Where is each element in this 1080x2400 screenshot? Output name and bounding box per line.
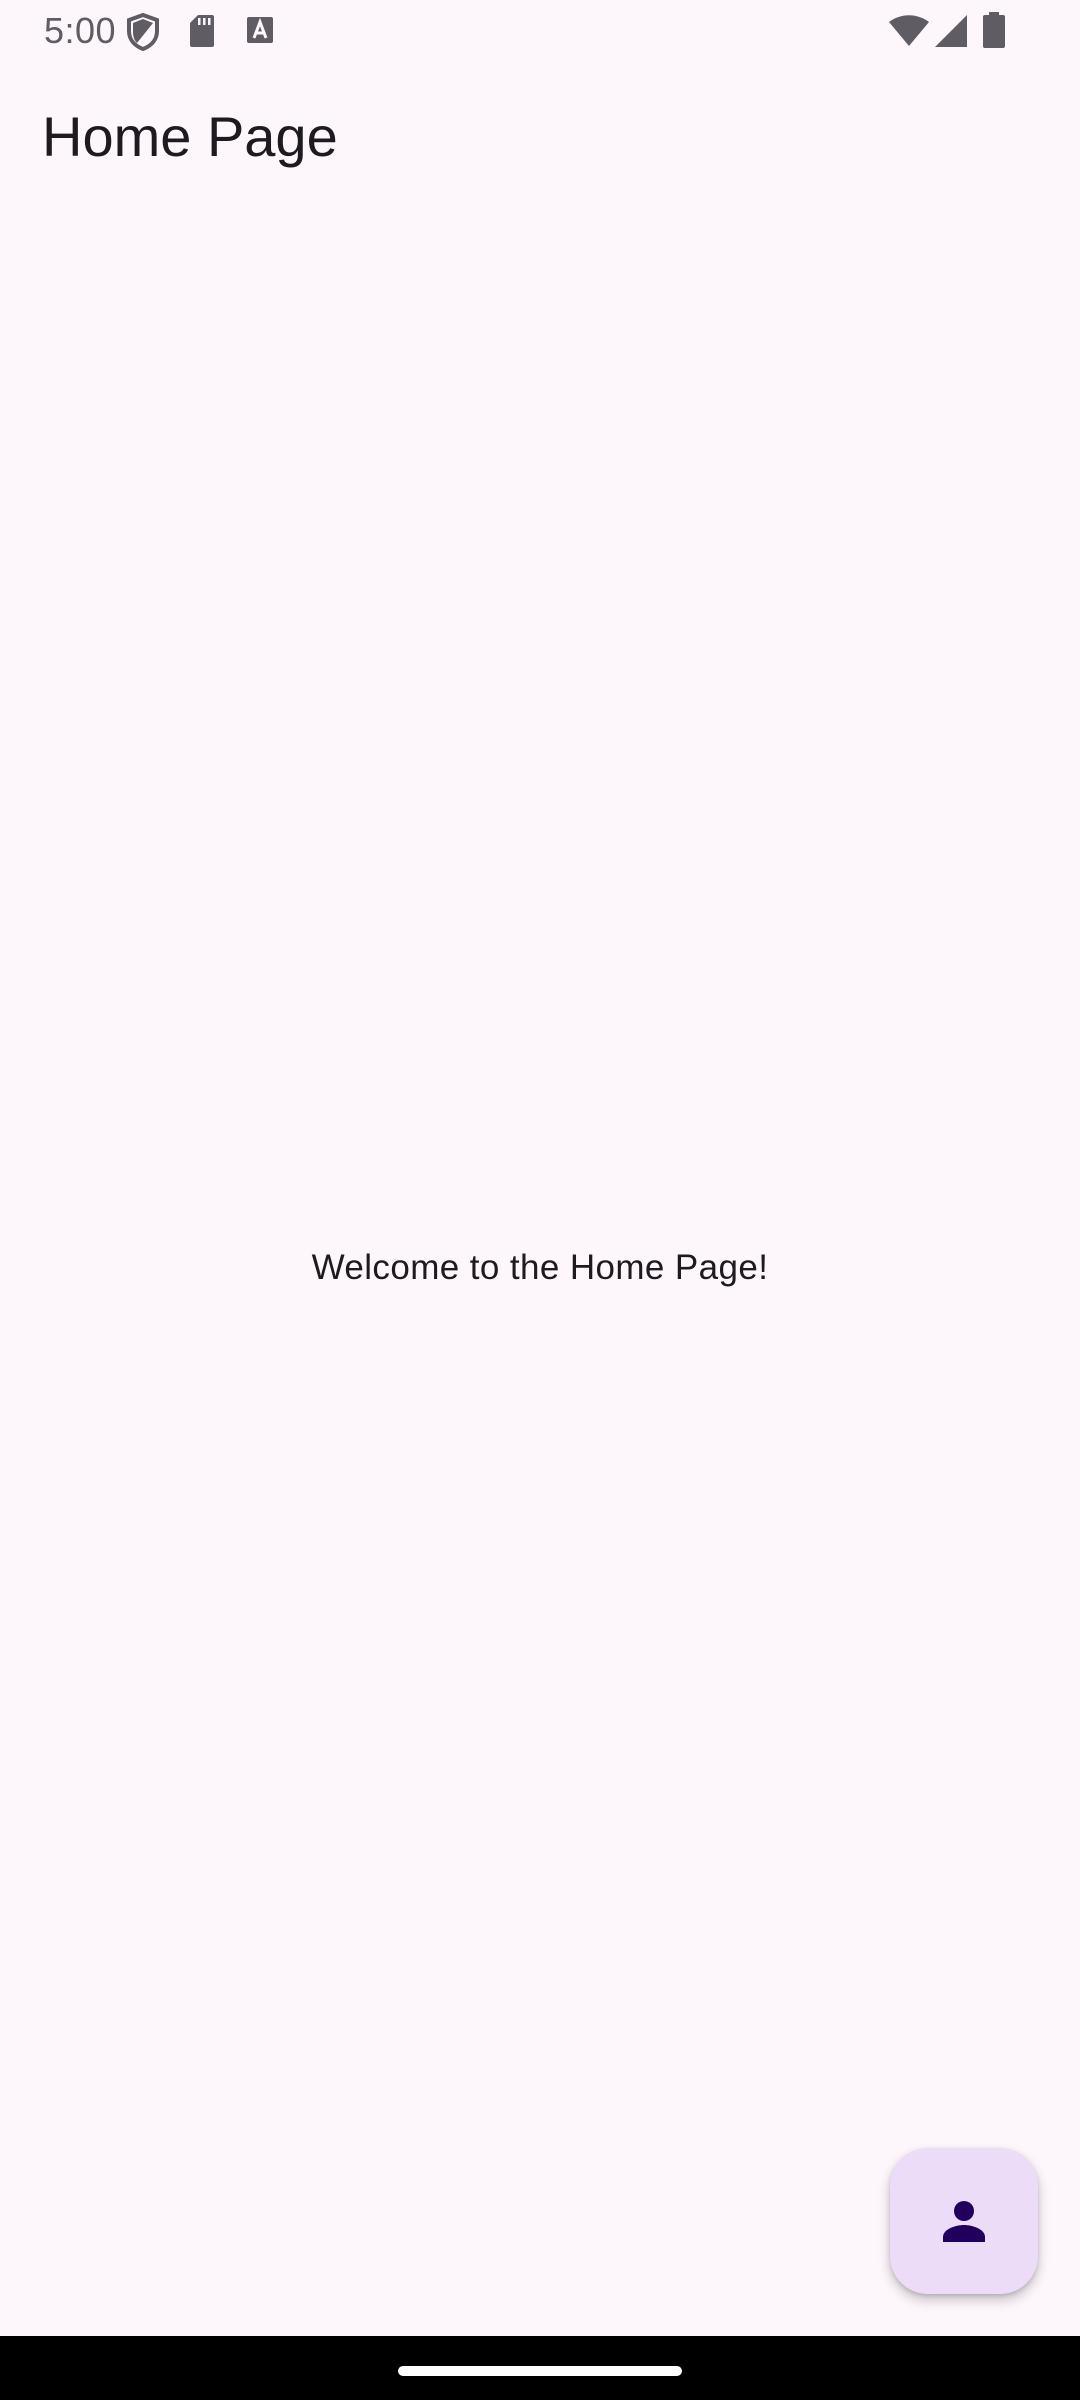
status-time: 5:00: [44, 10, 117, 51]
keyboard-a-icon: [246, 13, 274, 47]
wifi-icon: [888, 14, 930, 48]
status-bar: 5:00: [0, 0, 1080, 62]
app-bar: Home Page: [0, 62, 1080, 210]
home-gesture-handle[interactable]: [398, 2366, 682, 2376]
cell-signal-icon: [934, 14, 968, 48]
page-title: Home Page: [42, 105, 338, 168]
navigation-bar: [0, 2336, 1080, 2400]
welcome-text: Welcome to the Home Page!: [311, 1248, 769, 1287]
sd-card-icon: [188, 13, 216, 49]
screen: 5:00 Home Page Welcome to the Home Page!: [0, 0, 1080, 2400]
person-icon: [941, 2198, 987, 2244]
profile-fab-button[interactable]: [890, 2148, 1038, 2294]
shield-icon: [126, 13, 160, 51]
battery-icon: [982, 12, 1006, 48]
